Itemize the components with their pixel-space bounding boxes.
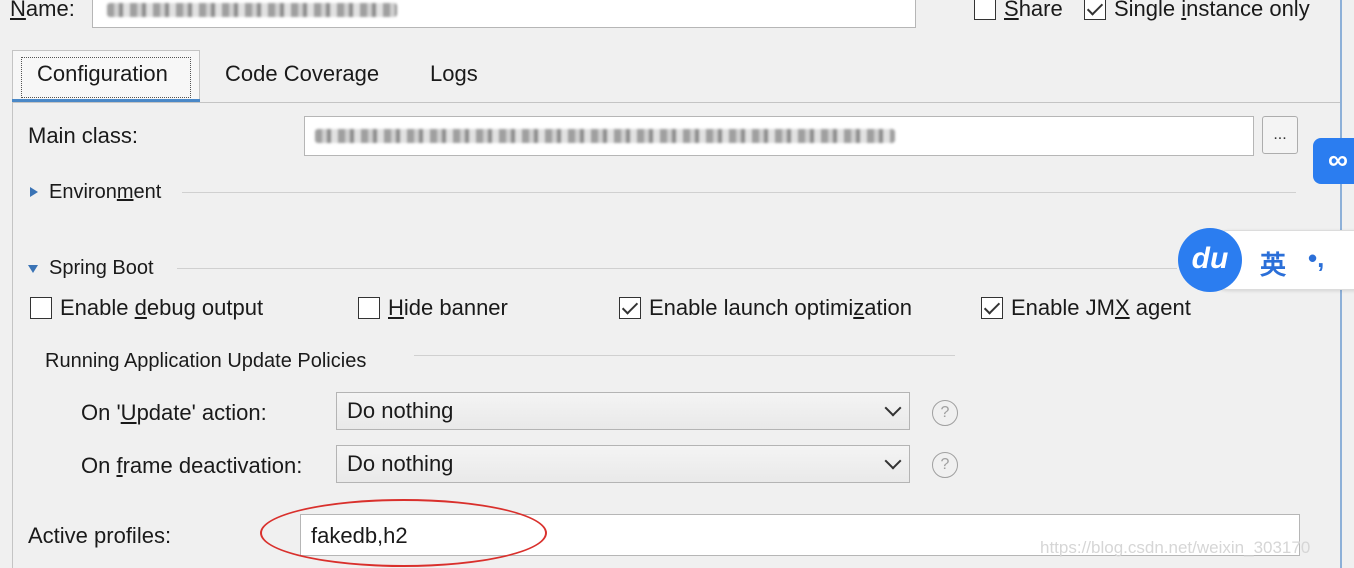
tab-logs[interactable]: Logs bbox=[430, 61, 478, 87]
name-input[interactable] bbox=[92, 0, 916, 28]
environment-section-header[interactable]: Environment bbox=[49, 181, 161, 204]
on-update-select[interactable]: Do nothing bbox=[336, 392, 910, 430]
ime-punctuation-toggle[interactable]: •, bbox=[1308, 243, 1324, 274]
main-class-label: Main class: bbox=[28, 123, 139, 148]
share-checkbox[interactable] bbox=[974, 0, 996, 20]
enable-debug-output-checkbox[interactable] bbox=[30, 297, 52, 319]
name-label: Name: bbox=[10, 0, 75, 21]
on-frame-deactivation-select[interactable]: Do nothing bbox=[336, 445, 910, 483]
help-icon[interactable]: ? bbox=[932, 452, 958, 478]
ime-language-toggle[interactable]: 英 bbox=[1260, 245, 1286, 282]
share-label[interactable]: Share bbox=[1004, 0, 1063, 22]
hide-banner-label[interactable]: Hide banner bbox=[388, 295, 508, 321]
spring-boot-section-header[interactable]: Spring Boot bbox=[49, 257, 154, 280]
link-icon[interactable]: ∞ bbox=[1313, 138, 1354, 184]
on-update-label: On 'Update' action: bbox=[81, 400, 267, 425]
on-frame-deactivation-value: Do nothing bbox=[347, 451, 454, 476]
enable-debug-output-label[interactable]: Enable debug output bbox=[60, 295, 263, 321]
annotation-circle bbox=[260, 499, 547, 567]
active-profiles-label: Active profiles: bbox=[28, 523, 172, 548]
active-tab-indicator bbox=[12, 99, 200, 102]
on-frame-deactivation-label: On frame deactivation: bbox=[81, 453, 303, 478]
watermark: https://blog.csdn.net/weixin_303170 bbox=[1040, 538, 1311, 557]
spring-boot-divider bbox=[177, 268, 1177, 269]
chevron-down-icon bbox=[884, 452, 902, 470]
baidu-logo[interactable]: du bbox=[1178, 228, 1242, 292]
hide-banner-checkbox[interactable] bbox=[358, 297, 380, 319]
single-instance-label[interactable]: Single instance only bbox=[1114, 0, 1310, 22]
enable-jmx-agent-label[interactable]: Enable JMX agent bbox=[1011, 295, 1191, 321]
on-update-value: Do nothing bbox=[347, 398, 454, 423]
configuration-panel bbox=[12, 102, 1342, 568]
browse-main-class-button[interactable]: ... bbox=[1262, 116, 1298, 154]
environment-divider bbox=[182, 192, 1296, 193]
collapse-arrow-icon[interactable] bbox=[28, 265, 38, 273]
chevron-down-icon bbox=[884, 399, 902, 417]
update-policies-title: Running Application Update Policies bbox=[45, 350, 367, 372]
expand-arrow-icon[interactable] bbox=[30, 187, 38, 197]
tab-code-coverage[interactable]: Code Coverage bbox=[225, 61, 379, 87]
update-policies-divider bbox=[414, 355, 955, 356]
tab-configuration-label[interactable]: Configuration bbox=[37, 61, 168, 87]
single-instance-checkbox[interactable] bbox=[1084, 0, 1106, 20]
help-icon[interactable]: ? bbox=[932, 400, 958, 426]
main-class-input[interactable] bbox=[304, 116, 1254, 156]
enable-launch-optimization-checkbox[interactable] bbox=[619, 297, 641, 319]
enable-launch-optimization-label[interactable]: Enable launch optimization bbox=[649, 295, 912, 321]
run-configuration-dialog: Name: Share Single instance only Configu… bbox=[0, 0, 1354, 568]
enable-jmx-agent-checkbox[interactable] bbox=[981, 297, 1003, 319]
